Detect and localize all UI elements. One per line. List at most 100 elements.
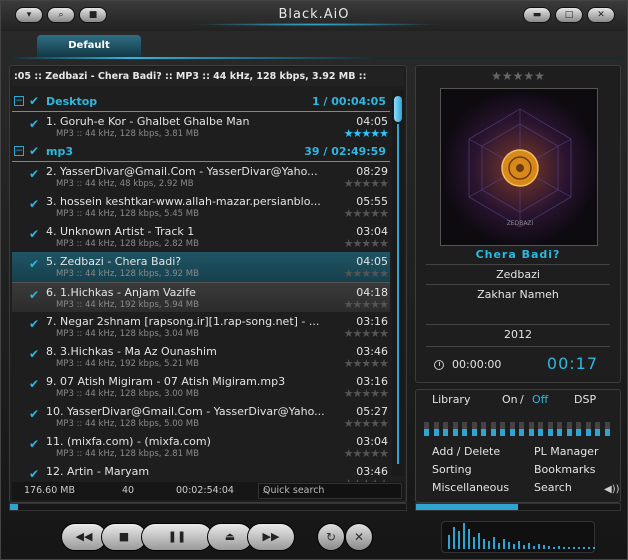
seek-bar[interactable] [9,503,407,511]
eq-band[interactable] [471,422,477,436]
checkbox-icon[interactable]: ✔ [29,317,39,331]
track-row[interactable]: ✔ 3. hossein keshtkar-www.allah-mazar.per… [12,192,390,222]
eq-band[interactable] [452,422,458,436]
track-rating[interactable]: ★★★★★ [344,327,389,340]
track-row[interactable]: ✔ 5. Zedbazi - Chera Badi? 04:05 MP3 :: 44 … [12,252,390,282]
next-button[interactable]: ▶▶ [247,523,295,551]
library-progress-bar[interactable] [415,503,621,511]
track-meta: MP3 :: 44 kHz, 128 kbps, 5.00 MB [56,419,199,429]
rating-stars[interactable]: ★★★★★ [416,69,620,83]
tab-default[interactable]: Default [37,35,141,57]
visualizer-bar [513,544,515,549]
track-meta: MP3 :: 44 kHz, 48 kbps, 2.92 MB [56,179,194,189]
pl-manager-menu[interactable]: PL Manager [534,445,598,458]
eq-band[interactable] [576,422,581,436]
checkbox-icon[interactable]: ✔ [29,197,39,211]
track-meta: MP3 :: 44 kHz, 192 kbps, 5.94 MB [56,300,199,310]
checkbox-icon[interactable]: ✔ [29,144,39,158]
dsp-button[interactable]: DSP [574,393,596,406]
playlist-scrollbar[interactable] [392,90,404,476]
eq-band[interactable] [424,422,429,436]
track-rating[interactable]: ★★★★★ [344,267,389,280]
checkbox-icon[interactable]: ✔ [29,167,39,181]
track-rating[interactable]: ★★★★★ [344,357,389,370]
collapse-icon[interactable]: − [14,146,24,156]
track-rating[interactable]: ★★★★★ [344,177,389,190]
playlist-footer: 176.60 MB 40 00:02:54:04 ⌕ Quick search [12,482,404,500]
eq-band[interactable] [604,422,610,436]
checkbox-icon[interactable]: ✔ [29,467,39,481]
volume-icon[interactable]: ◀)) [604,484,620,495]
add-delete-menu[interactable]: Add / Delete [432,445,500,458]
eq-band[interactable] [490,422,496,436]
eq-band[interactable] [481,422,486,436]
track-rating[interactable]: ★★★★★ [344,237,389,250]
equalizer[interactable] [424,422,614,436]
checkbox-icon[interactable]: ✔ [29,288,39,302]
track-row[interactable]: ✔ 2. YasserDivar@Gmail.Com - YasserDivar@… [12,162,390,192]
eq-band[interactable] [557,422,562,436]
off-button[interactable]: Off [532,393,548,406]
playlist-group[interactable]: − ✔ Desktop 1 / 00:04:05 [12,92,390,112]
eq-band[interactable] [509,422,515,436]
miscellaneous-menu[interactable]: Miscellaneous [432,481,509,494]
track-row[interactable]: ✔ 10. YasserDivar@Gmail.Com - YasserDivar… [12,402,390,432]
minimize-button[interactable]: ▬ [523,7,551,23]
eq-band[interactable] [566,422,572,436]
collapse-icon[interactable]: − [14,96,24,106]
checkbox-icon[interactable]: ✔ [29,117,39,131]
track-rating[interactable]: ★★★★★ [344,207,389,220]
eq-band[interactable] [538,422,543,436]
pause-button[interactable]: ❚❚ [141,523,213,551]
track-row[interactable]: ✔ 9. 07 Atish Migiram - 07 Atish Migiram.… [12,372,390,402]
quick-search-input[interactable]: ⌕ Quick search [258,483,402,499]
close-button[interactable]: ✕ [587,7,615,23]
scrollbar-thumb[interactable] [394,96,402,122]
track-rating[interactable]: ★★★★★ [344,387,389,400]
checkbox-icon[interactable]: ✔ [29,227,39,241]
eq-band[interactable] [595,422,600,436]
checkbox-icon[interactable]: ✔ [29,94,39,108]
eq-band[interactable] [462,422,467,436]
track-row[interactable]: ✔ 1. Goruh-e Kor - Ghalbet Ghalbe Man 04:0… [12,112,390,142]
track-meta: MP3 :: 44 kHz, 128 kbps, 3.81 MB [56,129,199,139]
eq-band[interactable] [433,422,439,436]
eq-band[interactable] [500,422,505,436]
track-row[interactable]: ✔ 11. (mixfa.com) - (mixfa.com) 03:04 MP3 :… [12,432,390,462]
checkbox-icon[interactable]: ✔ [29,407,39,421]
eq-band[interactable] [443,422,448,436]
shuffle-button[interactable]: ✕ [345,523,373,551]
spectrum-visualizer[interactable] [441,521,595,553]
track-rating[interactable]: ★★★★★ [344,417,389,430]
eq-band[interactable] [547,422,553,436]
playlist-group[interactable]: − ✔ mp3 39 / 02:49:59 [12,142,390,162]
checkbox-icon[interactable]: ✔ [29,437,39,451]
track-row[interactable]: ✔ 4. Unknown Artist - Track 1 03:04 MP3 :: … [12,222,390,252]
title-bar[interactable]: ▾ ⌕ ■ Black.AiO ▬ □ ✕ [1,1,627,31]
track-rating[interactable]: ★★★★★ [344,447,389,460]
maximize-button[interactable]: □ [555,7,583,23]
checkbox-icon[interactable]: ✔ [29,347,39,361]
checkbox-icon[interactable]: ✔ [29,377,39,391]
remaining-time[interactable]: 00:17 [547,354,598,373]
eq-band[interactable] [528,422,534,436]
search-menu[interactable]: Search [534,481,572,494]
track-row[interactable]: ✔ 6. 1.Hichkas - Anjam Vazife 04:18 MP3 :: … [12,282,390,312]
visualizer-bar [508,542,510,549]
scrollbar-track[interactable] [397,124,399,464]
track-count: 40 [122,485,135,496]
track-rating[interactable]: ★★★★★ [344,127,389,140]
library-button[interactable]: Library [432,393,470,406]
bookmarks-menu[interactable]: Bookmarks [534,463,595,476]
sorting-menu[interactable]: Sorting [432,463,472,476]
checkbox-icon[interactable]: ✔ [29,257,39,271]
eq-band[interactable] [585,422,591,436]
track-row[interactable]: ✔ 7. Negar 2shnam [rapsong.ir][1.rap-song… [12,312,390,342]
repeat-button[interactable]: ↻ [317,523,345,551]
eq-band[interactable] [519,422,524,436]
track-rating[interactable]: ★★★★★ [344,298,389,311]
on-button[interactable]: On [502,393,518,406]
visualizer-bar [558,546,560,549]
track-title: 12. Artin - Maryam [46,465,150,478]
track-row[interactable]: ✔ 8. 3.Hichkas - Ma Az Ounashim 03:46 MP3 :… [12,342,390,372]
